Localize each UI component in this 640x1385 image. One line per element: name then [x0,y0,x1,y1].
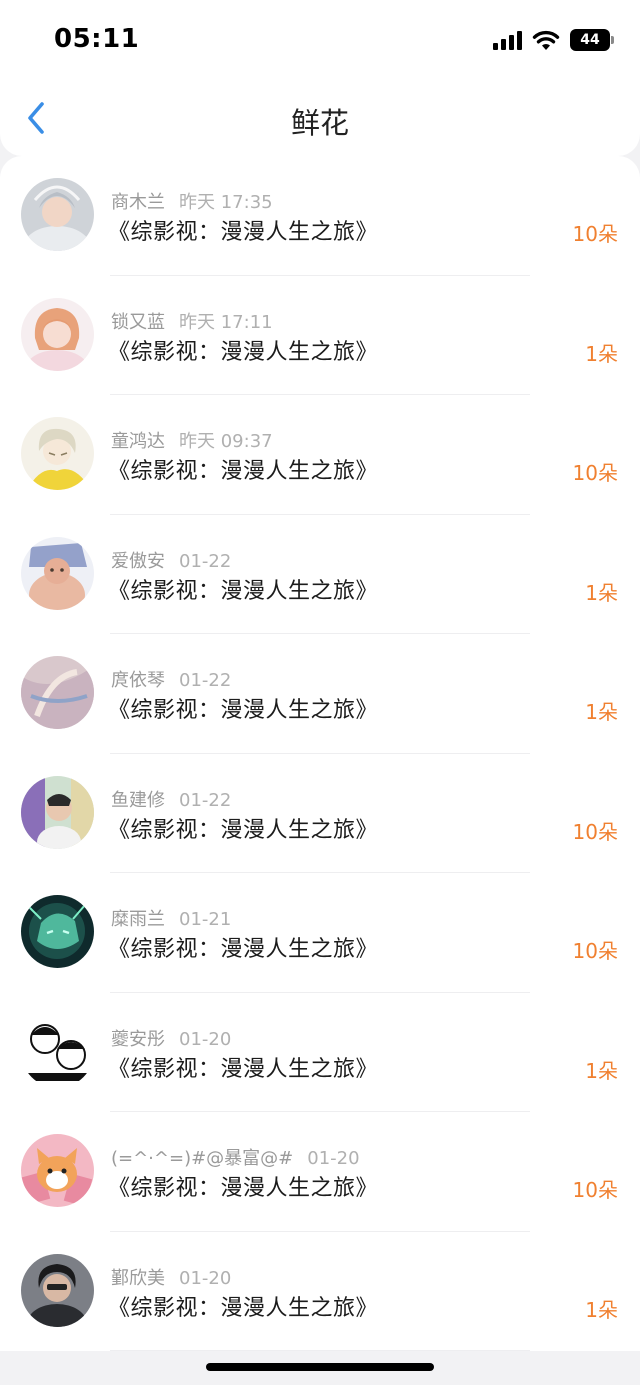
sender-meta: 商木兰 昨天 17:35 [111,188,273,214]
book-title: 《综影视：漫漫人生之旅》 [108,1295,379,1321]
avatar [21,656,94,729]
sender-name: 童鸿达 [111,431,165,452]
send-time: 01-21 [179,909,232,930]
flower-count: 10朵 [572,461,618,485]
send-time: 01-22 [179,670,232,691]
book-title: 《综影视：漫漫人生之旅》 [108,1056,379,1082]
book-title: 《综影视：漫漫人生之旅》 [108,698,379,723]
list-item[interactable]: 夔安彤 01-20 《综影视：漫漫人生之旅》 1朵 [0,993,640,1113]
send-time: 01-20 [307,1148,360,1169]
list-item[interactable]: 爱傲安 01-22 《综影视：漫漫人生之旅》 1朵 [0,515,640,635]
avatar [21,178,94,251]
status-time: 05:11 [54,24,140,54]
list-item[interactable]: 童鸿达 昨天 09:37 《综影视：漫漫人生之旅》 10朵 [0,395,640,515]
flower-record-list: 商木兰 昨天 17:35 《综影视：漫漫人生之旅》 10朵 锁又蓝 昨天 17:11… [0,156,640,1351]
book-title: 《综影视：漫漫人生之旅》 [108,459,379,484]
page-title: 鲜花 [290,106,349,140]
sender-meta: (=^·^=)#@暴富@# 01-20 [111,1144,360,1170]
sender-meta: 爱傲安 01-22 [111,547,231,573]
book-title: 《综影视：漫漫人生之旅》 [108,817,379,843]
avatar [21,895,94,968]
book-title: 《综影视：漫漫人生之旅》 [108,339,379,365]
status-bar: 05:11 44 [0,0,640,80]
flower-count: 10朵 [572,819,618,844]
sender-meta: 糜雨兰 01-21 [111,905,231,931]
send-time: 昨天 17:35 [179,192,273,213]
sender-name: 商木兰 [111,192,165,213]
sender-meta: 锁又蓝 昨天 17:11 [111,308,273,334]
avatar [21,1014,94,1088]
sender-name: 庹依琴 [111,670,165,691]
avatar [21,775,94,849]
sender-name: 鱼建修 [111,789,165,811]
send-time: 01-20 [179,1028,232,1050]
avatar [21,536,94,610]
list-item[interactable]: 庹依琴 01-22 《综影视：漫漫人生之旅》 1朵 [0,634,640,754]
list-item[interactable]: 商木兰 昨天 17:35 《综影视：漫漫人生之旅》 10朵 [0,156,640,276]
home-indicator[interactable] [206,1363,434,1371]
avatar [21,1134,94,1207]
sender-meta: 童鸿达 昨天 09:37 [111,427,273,453]
sender-name: 锁又蓝 [111,311,165,333]
book-title: 《综影视：漫漫人生之旅》 [108,937,379,962]
send-time: 01-22 [179,789,232,811]
avatar [21,297,94,371]
send-time: 昨天 17:11 [179,311,273,333]
flower-count: 1朵 [585,580,618,605]
sender-name: 爱傲安 [111,550,165,572]
flower-count: 10朵 [572,222,618,246]
sender-name: (=^·^=)#@暴富@# [111,1148,294,1169]
status-icons: 44 [493,28,614,52]
wifi-icon [532,30,560,50]
navigation-bar: 鲜花 [0,80,640,156]
avatar [21,1253,94,1327]
list-item[interactable]: (=^·^=)#@暴富@# 01-20 《综影视：漫漫人生之旅》 10朵 [0,1112,640,1232]
list-item[interactable]: 鱼建修 01-22 《综影视：漫漫人生之旅》 10朵 [0,754,640,874]
flower-count: 1朵 [585,700,618,724]
send-time: 01-22 [179,550,232,572]
flower-count: 10朵 [572,1178,618,1202]
sender-name: 糜雨兰 [111,909,165,930]
flower-count: 1朵 [585,1297,618,1322]
cellular-signal-icon [493,30,522,50]
list-item[interactable]: 糜雨兰 01-21 《综影视：漫漫人生之旅》 10朵 [0,873,640,993]
send-time: 昨天 09:37 [179,431,273,452]
list-item[interactable]: 锁又蓝 昨天 17:11 《综影视：漫漫人生之旅》 1朵 [0,276,640,396]
sender-name: 鄞欣美 [111,1267,165,1289]
sender-meta: 鄞欣美 01-20 [111,1264,231,1290]
sender-meta: 庹依琴 01-22 [111,666,231,692]
battery-icon: 44 [570,29,614,51]
home-indicator-area [0,1351,640,1385]
sender-meta: 鱼建修 01-22 [111,786,231,812]
send-time: 01-20 [179,1267,232,1289]
sender-meta: 夔安彤 01-20 [111,1025,231,1051]
flower-count: 10朵 [572,939,618,963]
book-title: 《综影视：漫漫人生之旅》 [108,220,379,245]
book-title: 《综影视：漫漫人生之旅》 [108,578,379,604]
sender-name: 夔安彤 [111,1028,165,1050]
book-title: 《综影视：漫漫人生之旅》 [108,1176,379,1201]
avatar [21,417,94,490]
flower-count: 1朵 [585,341,618,366]
list-item[interactable]: 鄞欣美 01-20 《综影视：漫漫人生之旅》 1朵 [0,1232,640,1352]
flower-count: 1朵 [585,1058,618,1083]
